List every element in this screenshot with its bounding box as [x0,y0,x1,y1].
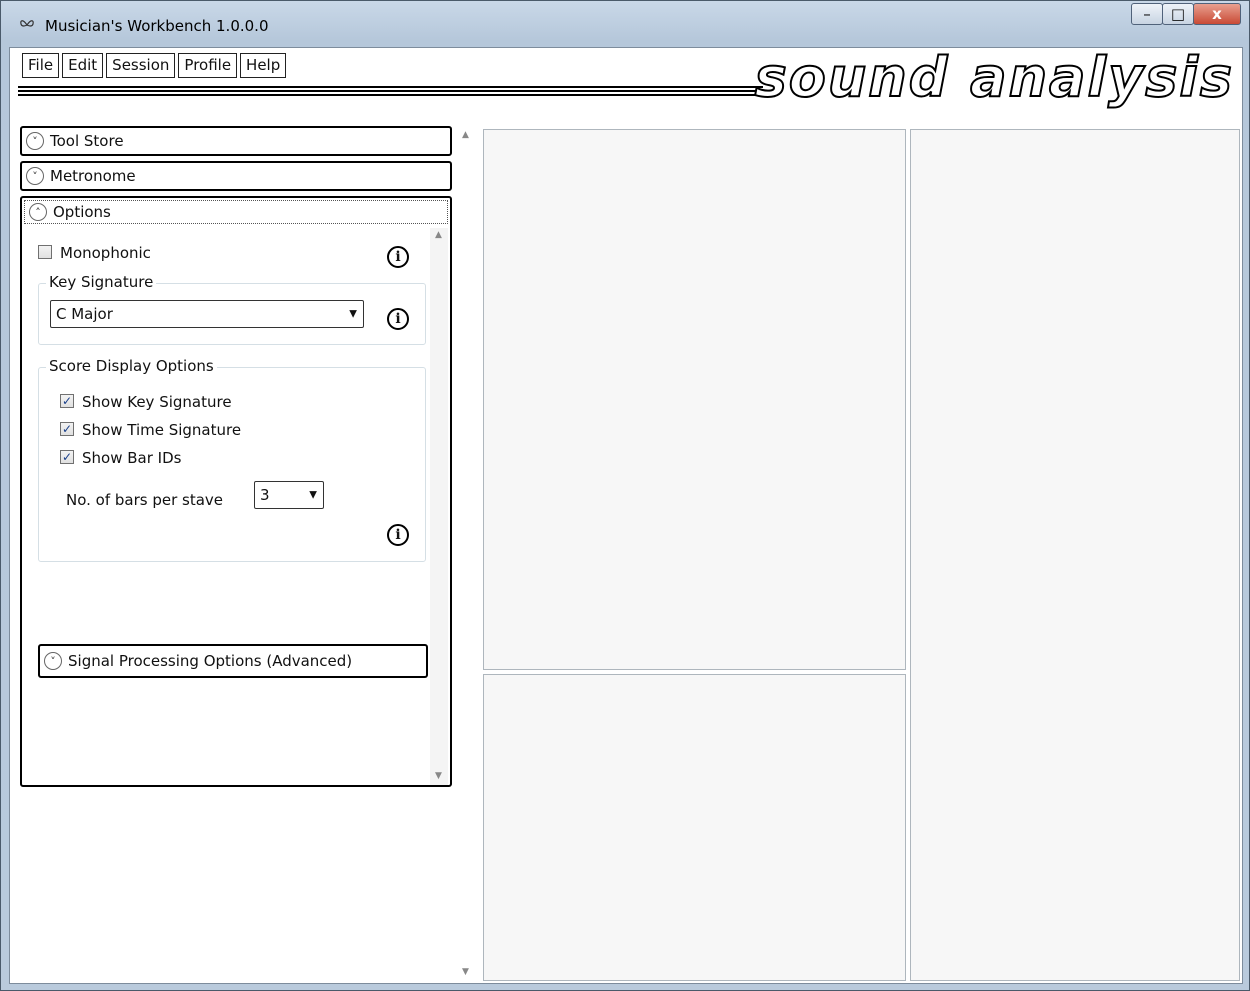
menu-edit[interactable]: Edit [62,53,104,78]
score-display-title: Score Display Options [46,357,217,375]
close-icon: x [1212,5,1222,23]
view-panel-top-left [483,129,906,670]
scroll-down-icon[interactable]: ▼ [435,771,442,781]
main-window: Musician's Workbench 1.0.0.0 – □ x File … [0,0,1250,991]
show-bar-ids-checkbox[interactable]: ✓ [60,450,74,464]
check-icon: ✓ [61,450,73,464]
signal-processing-expander[interactable]: ˅ Signal Processing Options (Advanced) [38,644,428,678]
tool-store-label: Tool Store [50,132,124,150]
show-time-signature-checkbox[interactable]: ✓ [60,422,74,436]
show-time-signature-label: Show Time Signature [82,421,242,439]
dropdown-arrow-icon: ▼ [309,489,317,501]
sound-analysis-logo: sound analysis [754,45,1234,110]
options-scrollbar[interactable]: ▲ ▼ [430,228,448,785]
signal-processing-label: Signal Processing Options (Advanced) [68,652,353,670]
scroll-down-icon[interactable]: ▼ [462,967,469,977]
scroll-up-icon[interactable]: ▲ [462,130,469,140]
client-area: File Edit Session Profile Help sound ana… [9,45,1243,984]
show-key-signature-checkbox[interactable]: ✓ [60,394,74,408]
maximize-icon: □ [1170,5,1186,23]
bars-per-stave-label: No. of bars per stave [66,491,224,509]
minimize-button[interactable]: – [1131,3,1163,25]
key-signature-title: Key Signature [46,273,157,291]
show-bar-ids-label: Show Bar IDs [82,449,182,467]
menu-profile[interactable]: Profile [178,53,238,78]
metronome-label: Metronome [50,167,136,185]
check-icon: ✓ [61,422,73,436]
menu-file[interactable]: File [22,53,60,78]
title-bar[interactable]: Musician's Workbench 1.0.0.0 – □ x [1,1,1249,47]
menu-bar: File Edit Session Profile Help [22,53,287,78]
options-expander[interactable]: ˄ Options [24,200,448,224]
info-icon[interactable]: i [387,308,409,330]
info-icon[interactable]: i [387,246,409,268]
close-button[interactable]: x [1193,3,1241,25]
minimize-icon: – [1143,5,1151,23]
maximize-button[interactable]: □ [1162,3,1194,25]
dropdown-arrow-icon: ▼ [349,308,357,320]
menu-session[interactable]: Session [106,53,176,78]
window-title: Musician's Workbench 1.0.0.0 [45,17,269,35]
options-panel: ˄ Options Monophonic i Key Signature C M… [20,196,452,787]
monophonic-checkbox[interactable] [38,245,52,259]
view-panel-right [910,129,1240,981]
chevron-down-icon: ˅ [26,167,44,185]
chevron-down-icon: ˅ [26,132,44,150]
bars-per-stave-value: 3 [260,486,270,504]
metronome-expander[interactable]: ˅ Metronome [20,161,452,191]
left-pane: ˅ Tool Store ˅ Metronome ˄ Options Monop… [20,126,456,981]
check-icon: ✓ [61,394,73,408]
tool-store-expander[interactable]: ˅ Tool Store [20,126,452,156]
bars-per-stave-select[interactable]: 3 ▼ [254,481,324,509]
menu-help[interactable]: Help [240,53,287,78]
butterfly-icon [20,20,34,27]
key-signature-select[interactable]: C Major ▼ [50,300,364,328]
key-signature-value: C Major [56,305,113,323]
logo-stripes [18,86,763,100]
info-icon[interactable]: i [387,524,409,546]
view-panel-bottom-left [483,674,906,981]
show-key-signature-label: Show Key Signature [82,393,232,411]
main-scrollbar[interactable]: ▲ ▼ [457,126,477,981]
scroll-up-icon[interactable]: ▲ [435,230,442,240]
monophonic-label: Monophonic [60,244,151,262]
chevron-down-icon: ˅ [44,652,62,670]
chevron-up-icon: ˄ [29,203,47,221]
options-label: Options [53,203,111,221]
